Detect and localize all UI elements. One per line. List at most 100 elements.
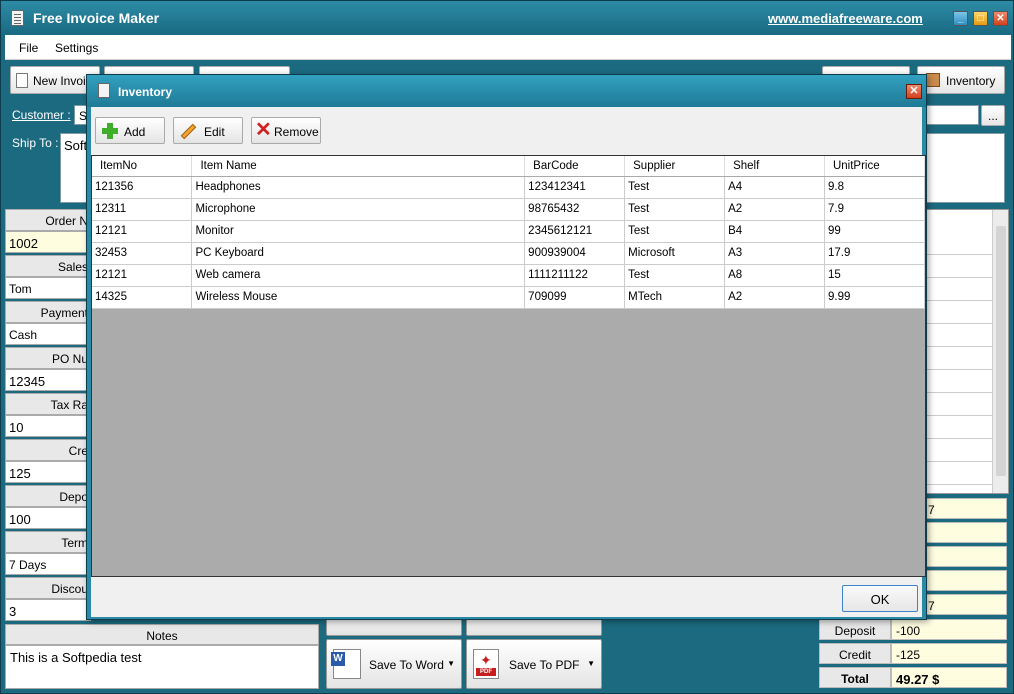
cell-supplier[interactable]: Microsoft [624, 242, 726, 265]
column-header-itemno[interactable]: ItemNo [92, 156, 193, 177]
cell-itemno[interactable]: 12311 [92, 198, 193, 221]
inventory-button[interactable]: Inventory [917, 66, 1005, 94]
cell-barcode[interactable]: 98765432 [524, 198, 626, 221]
cell-itemno[interactable]: 12121 [92, 264, 193, 287]
grid-row[interactable] [926, 255, 994, 278]
grid-row[interactable] [926, 462, 994, 485]
cell-item-name[interactable]: Wireless Mouse [191, 286, 526, 309]
terms-field[interactable]: 7 Days [5, 553, 91, 575]
grid-row[interactable] [926, 347, 994, 370]
summary-row-2 [925, 522, 1007, 543]
cell-shelf[interactable]: B4 [724, 220, 825, 243]
salesperson-field[interactable]: Tom [5, 277, 91, 299]
grid-scrollbar[interactable] [992, 210, 1008, 493]
grid-row[interactable] [926, 393, 994, 416]
tax-rate-label: Tax Ra [5, 393, 91, 415]
deposit-field[interactable]: 100 [5, 507, 91, 529]
notes-field[interactable]: This is a Softpedia test [5, 645, 319, 689]
tax-rate-field[interactable]: 10 [5, 415, 91, 437]
grid-row[interactable] [926, 278, 994, 301]
cell-unitprice[interactable]: 7.9 [824, 198, 926, 221]
remove-button[interactable]: ✕ Remove [251, 117, 321, 144]
cell-itemno[interactable]: 32453 [92, 242, 193, 265]
column-header-shelf[interactable]: Shelf [724, 156, 825, 177]
edit-button[interactable]: Edit [173, 117, 243, 144]
table-row[interactable]: 12311 Microphone 98765432 Test A2 7.9 [92, 198, 926, 221]
title-bar: Free Invoice Maker www.mediafreeware.com… [1, 1, 1013, 35]
dialog-close-button[interactable]: ✕ [906, 84, 922, 99]
dropdown-arrow-icon[interactable]: ▼ [447, 659, 455, 668]
cell-unitprice[interactable]: 9.8 [824, 176, 926, 199]
cell-itemno[interactable]: 12121 [92, 220, 193, 243]
maximize-button[interactable]: □ [973, 11, 988, 26]
discount-field[interactable]: 3 [5, 599, 91, 621]
cell-shelf[interactable]: A4 [724, 176, 825, 199]
order-number-field[interactable]: 1002 [5, 231, 91, 253]
menu-file[interactable]: File [19, 41, 38, 55]
save-to-word-button[interactable]: Save To Word ▼ [326, 639, 462, 689]
cell-item-name[interactable]: Web camera [191, 264, 526, 287]
cell-unitprice[interactable]: 99 [824, 220, 926, 243]
cell-supplier[interactable]: Test [624, 264, 726, 287]
cell-barcode[interactable]: 709099 [524, 286, 626, 309]
grid-row[interactable] [926, 324, 994, 347]
remove-x-icon: ✕ [255, 119, 272, 141]
column-header-supplier[interactable]: Supplier [624, 156, 726, 177]
customer-label[interactable]: Customer : [12, 108, 71, 122]
cell-unitprice[interactable]: 9.99 [824, 286, 926, 309]
cell-barcode[interactable]: 1111211122 [524, 264, 626, 287]
cell-item-name[interactable]: Headphones [191, 176, 526, 199]
cell-item-name[interactable]: Microphone [191, 198, 526, 221]
cell-barcode[interactable]: 2345612121 [524, 220, 626, 243]
add-label: Add [124, 125, 146, 139]
customer-field-end[interactable] [925, 105, 979, 125]
minimize-button[interactable]: _ [953, 11, 968, 26]
cell-shelf[interactable]: A3 [724, 242, 825, 265]
ok-button[interactable]: OK [842, 585, 918, 612]
invoice-items-grid[interactable] [925, 209, 1009, 494]
cell-unitprice[interactable]: 17.9 [824, 242, 926, 265]
inventory-grid[interactable]: ItemNo Item Name BarCode Supplier Shelf … [91, 155, 926, 577]
column-header-item-name[interactable]: Item Name [191, 156, 526, 177]
grid-row[interactable] [926, 439, 994, 462]
cell-supplier[interactable]: Test [624, 176, 726, 199]
cell-itemno[interactable]: 121356 [92, 176, 193, 199]
close-button[interactable]: ✕ [993, 11, 1008, 26]
cell-supplier[interactable]: Test [624, 220, 726, 243]
cell-unitprice[interactable]: 15 [824, 264, 926, 287]
column-header-unitprice[interactable]: UnitPrice [824, 156, 926, 177]
cell-shelf[interactable]: A2 [724, 198, 825, 221]
cell-supplier[interactable]: Test [624, 198, 726, 221]
grid-row[interactable] [926, 301, 994, 324]
grid-row[interactable] [926, 370, 994, 393]
table-row[interactable]: 32453 PC Keyboard 900939004 Microsoft A3… [92, 242, 926, 265]
grid-row[interactable] [926, 232, 994, 255]
menu-settings[interactable]: Settings [55, 41, 98, 55]
cell-itemno[interactable]: 14325 [92, 286, 193, 309]
cell-barcode[interactable]: 900939004 [524, 242, 626, 265]
table-row[interactable]: 121356 Headphones 123412341 Test A4 9.8 [92, 176, 926, 199]
cell-item-name[interactable]: Monitor [191, 220, 526, 243]
credit-field[interactable]: 125 [5, 461, 91, 483]
cell-supplier[interactable]: MTech [624, 286, 726, 309]
cell-shelf[interactable]: A8 [724, 264, 825, 287]
website-link[interactable]: www.mediafreeware.com [768, 11, 923, 26]
column-header-barcode[interactable]: BarCode [524, 156, 626, 177]
po-number-field[interactable]: 12345 [5, 369, 91, 391]
table-row[interactable]: 14325 Wireless Mouse 709099 MTech A2 9.9… [92, 286, 926, 309]
save-to-word-label: Save To Word [369, 658, 444, 672]
cell-item-name[interactable]: PC Keyboard [191, 242, 526, 265]
po-number-label: PO Nu [5, 347, 91, 369]
cell-barcode[interactable]: 123412341 [524, 176, 626, 199]
customer-browse-button[interactable]: ... [981, 105, 1005, 126]
grid-row[interactable] [926, 416, 994, 439]
cell-shelf[interactable]: A2 [724, 286, 825, 309]
payment-field[interactable]: Cash [5, 323, 91, 345]
ship-to-field[interactable]: Soft [60, 133, 88, 203]
dropdown-arrow-icon[interactable]: ▼ [587, 659, 595, 668]
table-row[interactable]: 12121 Web camera 1111211122 Test A8 15 [92, 264, 926, 287]
ship-to-field-end[interactable] [925, 133, 1005, 203]
save-to-pdf-button[interactable]: Save To PDF ▼ [466, 639, 602, 689]
table-row[interactable]: 12121 Monitor 2345612121 Test B4 99 [92, 220, 926, 243]
add-button[interactable]: Add [95, 117, 165, 144]
